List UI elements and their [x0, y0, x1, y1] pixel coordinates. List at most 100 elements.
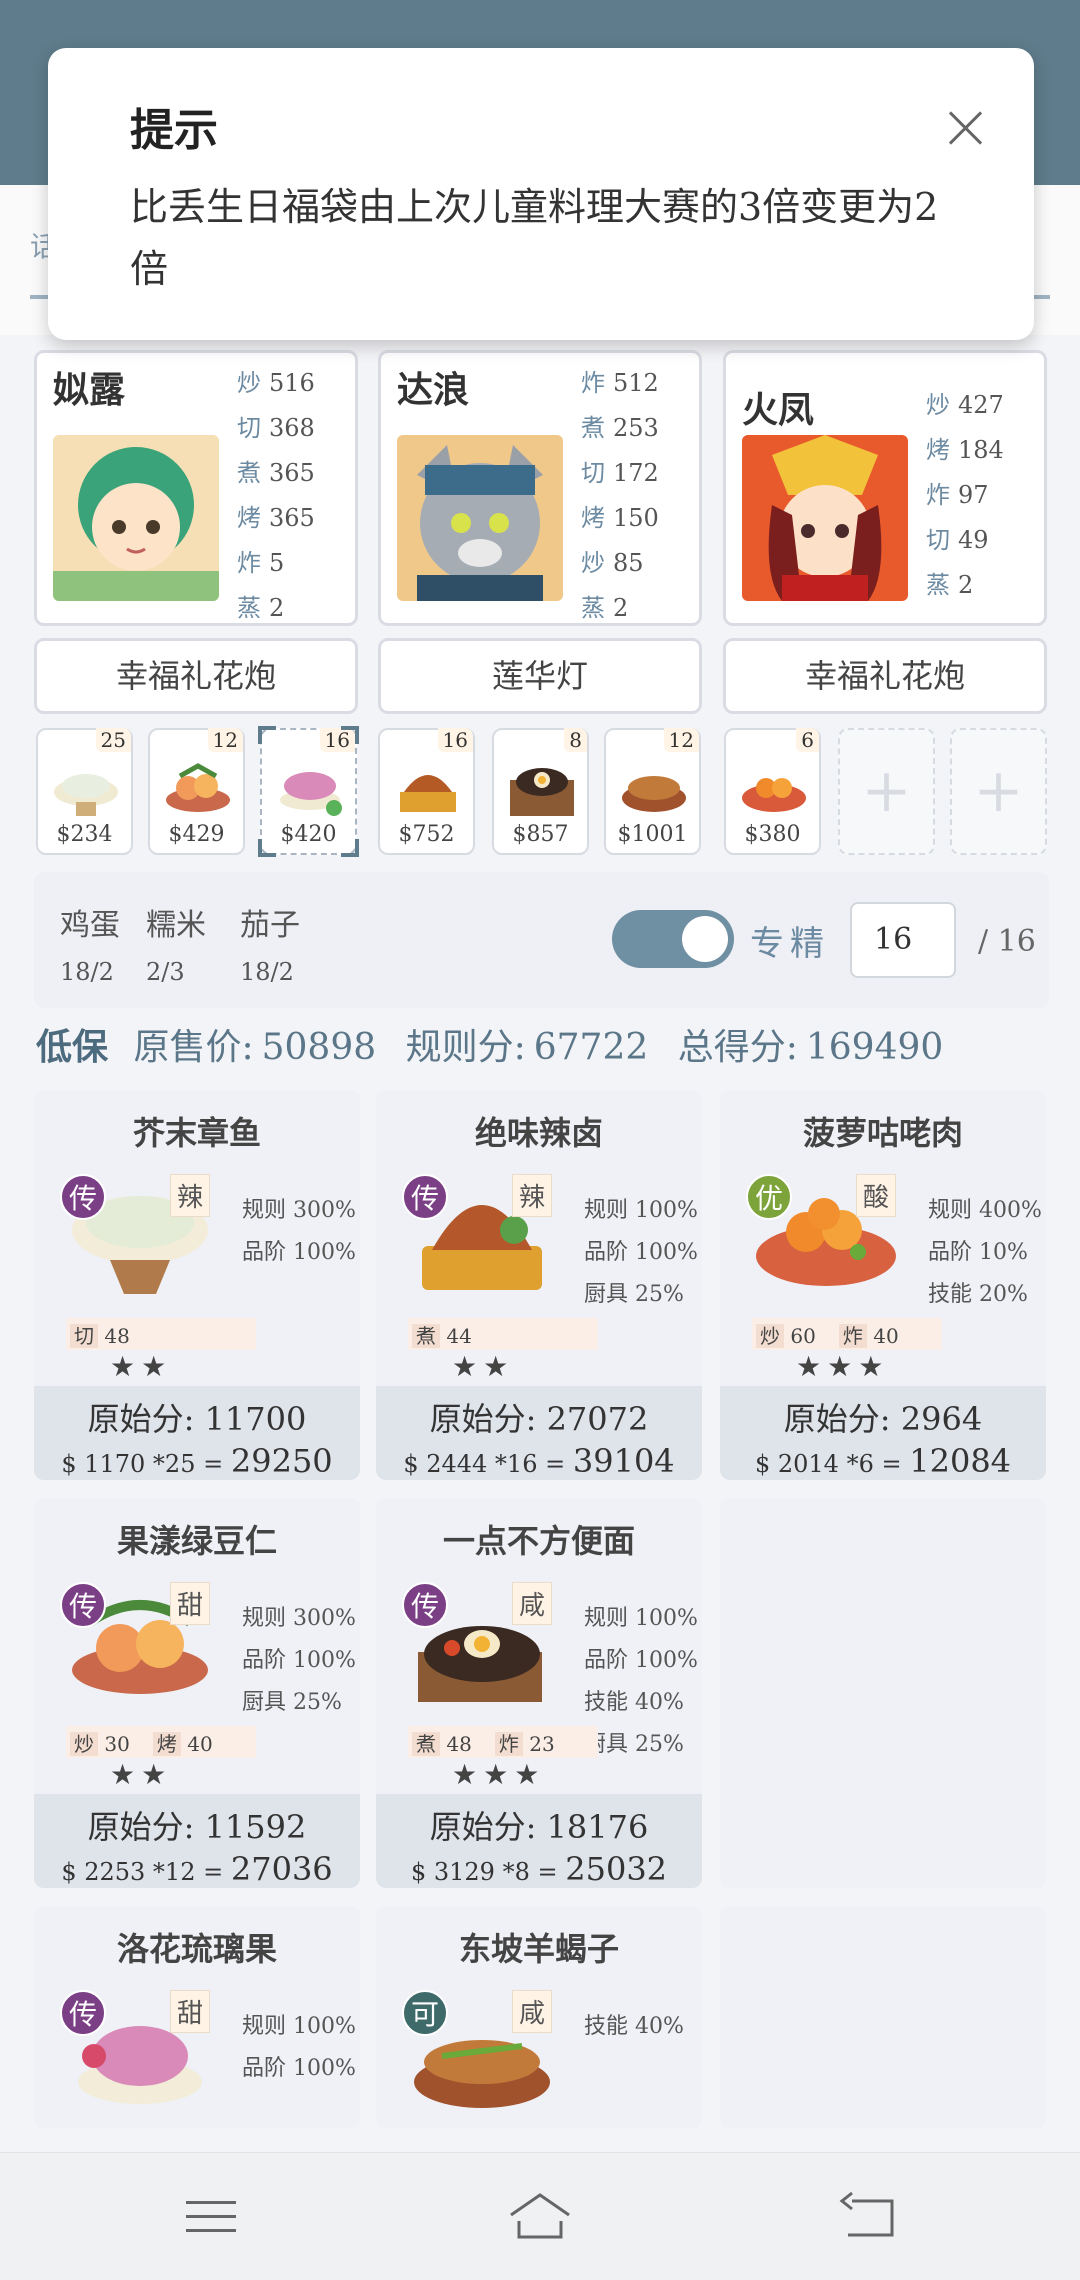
equip-button[interactable]: 幸福礼花炮 — [723, 638, 1047, 714]
specialize-toggle[interactable] — [612, 910, 734, 968]
rank-badge: 可 — [402, 1990, 448, 2036]
chef-avatar — [742, 435, 908, 601]
add-slot-button[interactable]: + — [950, 728, 1047, 855]
chef-card[interactable]: 火凤 炒 427 烤 184 炸 97 切 49 蒸2 — [723, 350, 1047, 626]
rule-score: 67722 — [533, 1027, 649, 1068]
score-footer: 原始分: 11700 $ 1170 *25 = 29250 — [34, 1386, 360, 1480]
skill-requirements: 炒 60 炸 40 — [752, 1318, 942, 1350]
rank-badge: 传 — [402, 1582, 448, 1628]
score-footer: 原始分: 27072 $ 2444 *16 = 39104 — [376, 1386, 702, 1480]
dish-card[interactable]: 洛花琉璃果 传 甜 规则 100% 品阶 100% — [34, 1906, 360, 2128]
dish-card[interactable]: 菠萝咕咾肉 优 酸 规则 400% 品阶 10% 技能 20% 炒 60 炸 4… — [720, 1090, 1046, 1480]
slot-price: $380 — [744, 822, 801, 847]
rank-badge: 传 — [402, 1174, 448, 1220]
slot-price: $1001 — [617, 822, 688, 847]
close-icon[interactable] — [946, 108, 986, 148]
equip-button[interactable]: 莲华灯 — [378, 638, 702, 714]
taste-tag: 咸 — [512, 1990, 553, 2033]
toggle-knob — [682, 916, 728, 962]
plus-icon: + — [973, 756, 1024, 826]
chef-avatar — [397, 435, 563, 601]
skill-requirements: 煮 44 — [408, 1318, 598, 1350]
star-rating: ★★ — [110, 1350, 173, 1383]
empty-dish-card[interactable] — [720, 1498, 1046, 1888]
selection-corner — [341, 726, 359, 744]
rank-badge: 传 — [60, 1174, 106, 1220]
ingredient-bar: 鸡蛋 18/2 糯米 2/3 茄子 18/2 专精 16 / 16 — [34, 872, 1049, 1008]
dish-stats: 规则 300% 品阶 100% — [242, 1198, 356, 1265]
slot-price: $234 — [56, 822, 113, 847]
chef-name: 姒露 — [53, 369, 126, 411]
orig-price: 50898 — [261, 1027, 377, 1068]
chef-name: 火凤 — [742, 389, 815, 431]
dish-stats: 规则 100% 品阶 100% 厨具 25% — [584, 1198, 698, 1307]
dish-name: 菠萝咕咾肉 — [802, 1114, 963, 1152]
chef-skills: 炸 512 煮 253 切 172 烤 150 炒 85 蒸2 — [581, 369, 659, 622]
dish-name: 一点不方便面 — [442, 1522, 635, 1560]
selection-corner — [258, 839, 276, 857]
dish-card[interactable]: 绝味辣卤 传 辣 规则 100% 品阶 100% 厨具 25% 煮 44 ★★ … — [376, 1090, 702, 1480]
dish-slot[interactable]: 16 $752 — [378, 728, 475, 855]
chef-card[interactable]: 姒露 炒 516 切 368 煮 365 烤 365 炸5 蒸2 — [34, 350, 358, 626]
dish-name: 绝味辣卤 — [474, 1114, 603, 1152]
skill-requirements: 切 48 — [66, 1318, 256, 1350]
home-icon[interactable] — [505, 2187, 575, 2247]
ingredient-item: 鸡蛋 18/2 — [60, 908, 120, 986]
slot-count: 8 — [564, 728, 587, 752]
modal-title: 提示 — [130, 105, 218, 156]
star-rating: ★★ — [452, 1350, 515, 1383]
rank-badge: 优 — [746, 1174, 792, 1220]
empty-dish-card[interactable] — [720, 1906, 1046, 2128]
dish-slot[interactable]: 8 $857 — [492, 728, 589, 855]
dish-name: 芥末章鱼 — [132, 1114, 261, 1152]
taste-tag: 咸 — [512, 1582, 553, 1625]
dish-stats: 规则 100% 品阶 100% — [242, 2014, 356, 2081]
dish-card[interactable]: 果漾绿豆仁 传 甜 规则 300% 品阶 100% 厨具 25% 炒 30 烤 … — [34, 1498, 360, 1888]
dish-slot[interactable]: 25 $234 — [36, 728, 133, 855]
toggle-label: 专精 — [750, 924, 830, 964]
slot-price: $752 — [398, 822, 455, 847]
dish-name: 东坡羊蝎子 — [458, 1930, 619, 1968]
score-footer: 原始分: 18176 $ 3129 *8 = 25032 — [376, 1794, 702, 1888]
dish-slot[interactable]: 12 $1001 — [604, 728, 701, 855]
dish-name: 洛花琉璃果 — [116, 1930, 277, 1968]
plus-icon: + — [861, 756, 912, 826]
chef-skills: 炒 516 切 368 煮 365 烤 365 炸5 蒸2 — [237, 369, 315, 622]
slot-count: 16 — [437, 728, 473, 752]
back-icon[interactable] — [834, 2187, 904, 2247]
ingredient-item: 茄子 18/2 — [240, 908, 300, 986]
score-footer: 原始分: 11592 $ 2253 *12 = 27036 — [34, 1794, 360, 1888]
equip-button[interactable]: 幸福礼花炮 — [34, 638, 358, 714]
chef-avatar — [53, 435, 219, 601]
dish-thumb — [400, 775, 456, 812]
skill-requirements: 煮 48 炸 23 — [408, 1726, 598, 1758]
dish-stats: 规则 100% 品阶 100% 技能 40% 厨具 25% — [584, 1606, 698, 1757]
slot-price: $857 — [512, 822, 569, 847]
dish-card[interactable]: 一点不方便面 传 咸 规则 100% 品阶 100% 技能 40% 厨具 25%… — [376, 1498, 702, 1888]
add-slot-button[interactable]: + — [838, 728, 935, 855]
dish-slot[interactable]: 12 $429 — [148, 728, 245, 855]
menu-icon[interactable] — [176, 2187, 246, 2247]
chef-card[interactable]: 达浪 炸 512 煮 253 切 172 烤 150 炒 85 蒸2 — [378, 350, 702, 626]
system-nav-bar — [0, 2152, 1080, 2280]
pack-label: 低保 — [36, 1026, 109, 1068]
dish-card[interactable]: 芥末章鱼 传 辣 规则 300% 品阶 100% 切 48 ★★ 原始分: 11… — [34, 1090, 360, 1480]
taste-tag: 辣 — [170, 1174, 211, 1217]
star-rating: ★★ — [110, 1758, 173, 1791]
dish-slot-selected[interactable]: 16 $420 — [258, 726, 359, 857]
quantity-input[interactable]: 16 — [850, 902, 956, 978]
score-summary: 低保 原售价: 50898 规则分: 67722 总得分: 169490 — [36, 1026, 944, 1068]
slot-price: $429 — [168, 822, 225, 847]
dish-thumb — [54, 774, 118, 816]
skill-requirements: 炒 30 烤 40 — [66, 1726, 256, 1758]
dish-thumb — [166, 763, 230, 812]
dish-thumb — [510, 768, 574, 816]
modal-message: 比丢生日福袋由上次儿童料理大赛的3倍变更为2倍 — [130, 185, 939, 291]
dish-card[interactable]: 东坡羊蝎子 可 咸 技能 40% — [376, 1906, 702, 2128]
dish-thumb — [280, 772, 342, 816]
total-score: 169490 — [805, 1027, 944, 1068]
taste-tag: 甜 — [170, 1582, 211, 1625]
slot-count: 6 — [796, 728, 819, 752]
rank-badge: 传 — [60, 1990, 106, 2036]
dish-slot[interactable]: 6 $380 — [724, 728, 821, 855]
